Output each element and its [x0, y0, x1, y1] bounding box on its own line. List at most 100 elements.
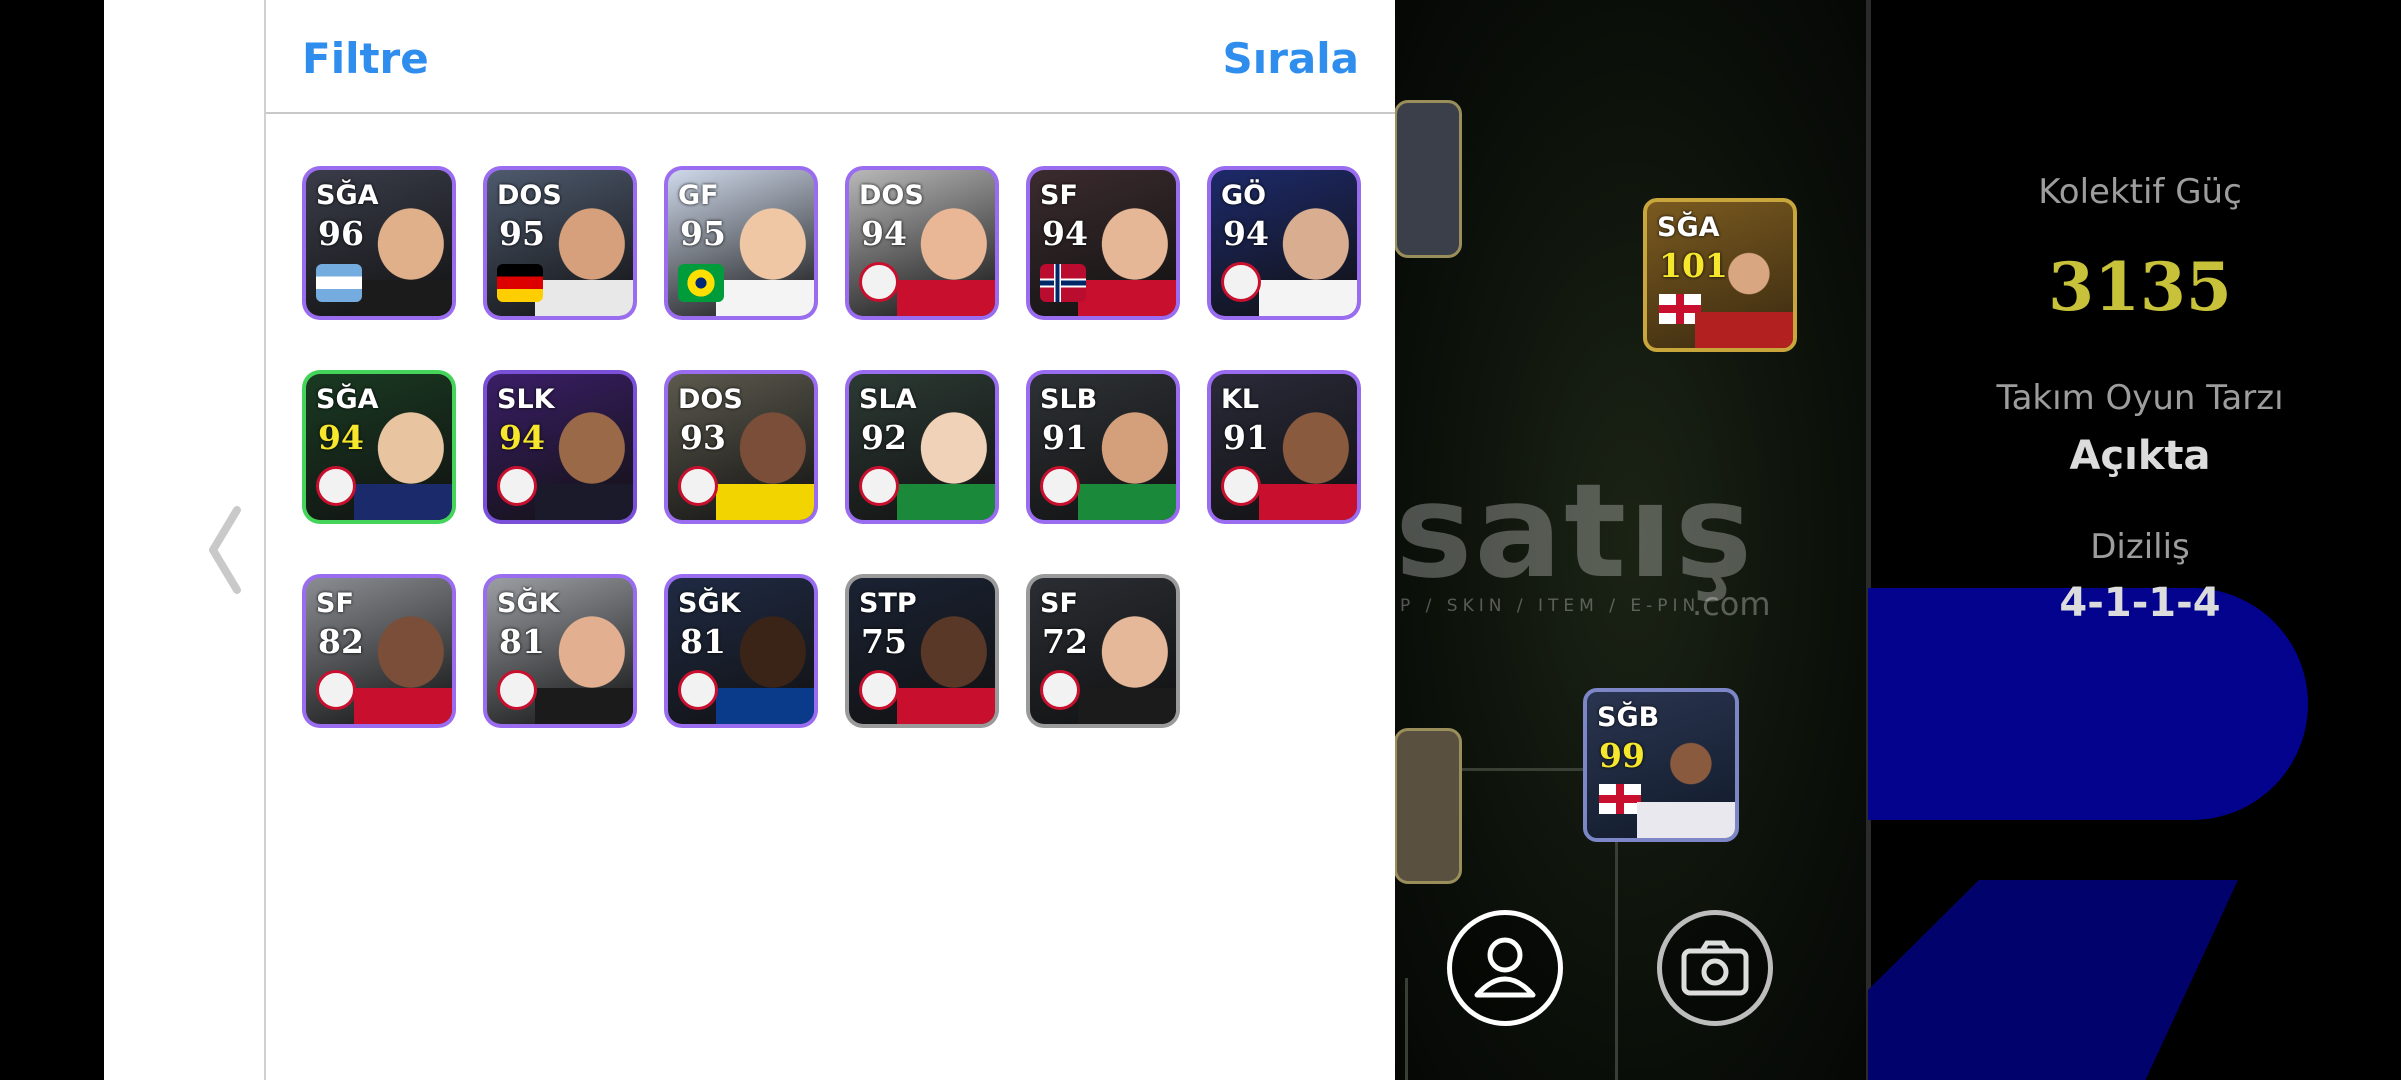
player-card[interactable]: SLA 92	[845, 370, 999, 524]
player-card[interactable]: SF 72	[1026, 574, 1180, 728]
player-card-face: STP 75	[849, 578, 995, 724]
card-position: SĞK	[678, 588, 741, 619]
card-rating: 92	[861, 418, 907, 457]
pitch-player-card[interactable]: SĞA 101	[1643, 198, 1797, 352]
player-portrait	[1259, 400, 1357, 520]
player-portrait	[897, 400, 995, 520]
card-rating: 94	[861, 214, 907, 253]
player-card-face: SF 94	[1030, 170, 1176, 316]
player-card[interactable]: SĞK 81	[483, 574, 637, 728]
card-position: SLB	[1040, 384, 1098, 415]
player-card[interactable]: SF 94	[1026, 166, 1180, 320]
card-position: DOS	[859, 180, 924, 211]
card-position: SĞA	[316, 180, 379, 211]
card-position: GÖ	[1221, 180, 1267, 211]
player-portrait	[1695, 228, 1793, 348]
player-list-panel: Filtre Sırala SĞA 96 DOS 95 GF 95 DOS 94 SF 94 GÖ 9…	[264, 0, 1395, 1080]
player-card-face: KL 91	[1211, 374, 1357, 520]
player-view-button[interactable]	[1447, 910, 1563, 1026]
player-portrait	[535, 400, 633, 520]
card-rating: 91	[1042, 418, 1088, 457]
real-madrid-crest-icon	[1221, 262, 1261, 302]
player-card[interactable]: DOS 94	[845, 166, 999, 320]
card-rating: 95	[680, 214, 726, 253]
player-portrait	[535, 604, 633, 724]
card-position: SLK	[497, 384, 555, 415]
player-card[interactable]: SĞA 94	[302, 370, 456, 524]
england-flag-icon	[1599, 784, 1641, 814]
player-card[interactable]: SLK 94	[483, 370, 637, 524]
fenerbahce-crest-icon	[678, 466, 718, 506]
player-card[interactable]: KL 91	[1207, 370, 1361, 524]
inter-crest-icon	[678, 670, 718, 710]
barcelona-crest-icon	[497, 466, 537, 506]
card-rating: 94	[1223, 214, 1269, 253]
pitch-player-card[interactable]: SĞB 99	[1583, 688, 1739, 842]
watermark-subtext: P / SKIN / ITEM / E-PIN	[1400, 596, 1701, 616]
card-rating: 72	[1042, 622, 1088, 661]
player-portrait	[354, 604, 452, 724]
player-card[interactable]: GF 95	[664, 166, 818, 320]
player-card-face: SĞA 96	[306, 170, 452, 316]
player-card-face: SĞK 81	[487, 578, 633, 724]
card-position: SF	[1040, 180, 1078, 211]
formation-value: 4-1-1-4	[2059, 580, 2221, 626]
team-playstyle-label: Takım Oyun Tarzı	[1996, 378, 2284, 418]
card-position: SĞA	[316, 384, 379, 415]
card-position: SF	[316, 588, 354, 619]
player-portrait	[354, 196, 452, 316]
panel-header: Filtre Sırala	[266, 0, 1395, 114]
man-utd-crest-icon	[859, 262, 899, 302]
player-card-face: GÖ 94	[1211, 170, 1357, 316]
card-rating: 81	[680, 622, 726, 661]
panel-divider	[1866, 0, 1871, 1080]
player-card[interactable]: GÖ 94	[1207, 166, 1361, 320]
sort-button[interactable]: Sırala	[1223, 34, 1359, 83]
player-card-face: SĞK 81	[668, 578, 814, 724]
watermark-domain: .com	[1692, 585, 1771, 623]
player-portrait	[716, 400, 814, 520]
club-crest-icon	[859, 670, 899, 710]
pitch-player-card-partial[interactable]	[1394, 728, 1462, 884]
player-card[interactable]: STP 75	[845, 574, 999, 728]
person-icon	[1474, 937, 1536, 998]
player-portrait	[535, 196, 633, 316]
filter-button[interactable]: Filtre	[302, 34, 429, 83]
card-rating: 82	[318, 622, 364, 661]
club-crest-icon	[1040, 670, 1080, 710]
germany-flag-icon	[497, 264, 543, 302]
player-portrait	[1078, 196, 1176, 316]
player-card[interactable]: DOS 93	[664, 370, 818, 524]
card-position: SF	[1040, 588, 1078, 619]
player-card[interactable]: SLB 91	[1026, 370, 1180, 524]
card-rating: 94	[318, 418, 364, 457]
player-card[interactable]: SF 82	[302, 574, 456, 728]
card-rating: 93	[680, 418, 726, 457]
chevron-left-icon[interactable]	[205, 505, 245, 595]
left-black-bar	[0, 0, 104, 1080]
card-rating: 94	[1042, 214, 1088, 253]
kayserispor-crest-icon	[1221, 466, 1261, 506]
card-rating: 81	[499, 622, 545, 661]
card-position: SLA	[859, 384, 917, 415]
player-portrait	[897, 604, 995, 724]
card-rating: 96	[318, 214, 364, 253]
player-card-face: GF 95	[668, 170, 814, 316]
card-position: SĞK	[497, 588, 560, 619]
card-rating: 94	[499, 418, 545, 457]
psg-crest-icon	[316, 466, 356, 506]
pitch-line	[1405, 978, 1408, 1080]
player-card-face: SLK 94	[487, 374, 633, 520]
card-rating: 95	[499, 214, 545, 253]
konyaspor-crest-icon	[1040, 466, 1080, 506]
celtic-crest-icon	[859, 466, 899, 506]
player-portrait	[1078, 400, 1176, 520]
pitch-player-card-partial[interactable]	[1394, 100, 1462, 258]
man-utd-crest-icon	[497, 670, 537, 710]
camera-button[interactable]	[1657, 910, 1773, 1026]
player-card[interactable]: DOS 95	[483, 166, 637, 320]
player-card[interactable]: SĞK 81	[664, 574, 818, 728]
player-portrait	[716, 196, 814, 316]
brazil-flag-icon	[678, 264, 724, 302]
player-card[interactable]: SĞA 96	[302, 166, 456, 320]
